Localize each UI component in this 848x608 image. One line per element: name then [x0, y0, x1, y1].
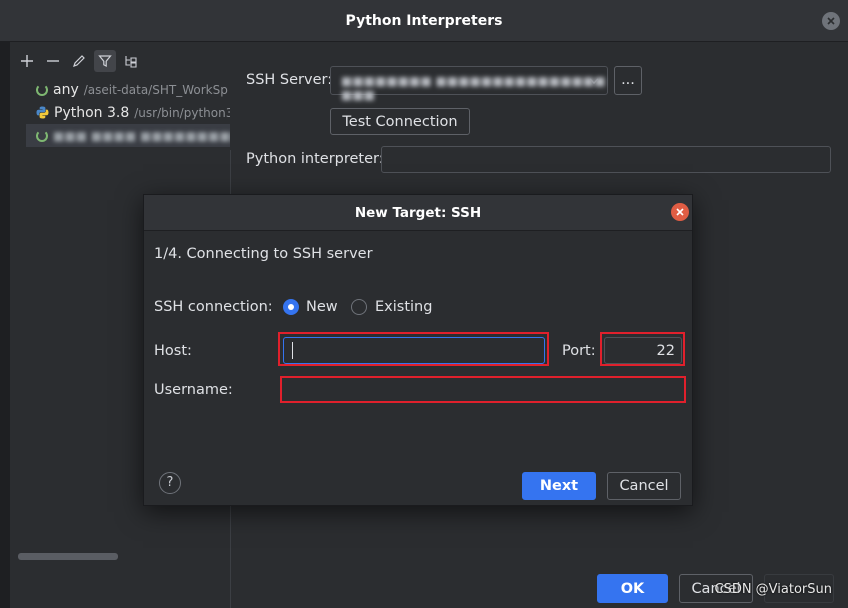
- new-target-ssh-dialog: New Target: SSH 1/4. Connecting to SSH s…: [143, 194, 693, 506]
- add-interpreter-button[interactable]: [16, 50, 38, 72]
- window-titlebar: Python Interpreters: [0, 0, 848, 42]
- close-icon: [827, 17, 835, 25]
- radio-new[interactable]: [283, 299, 299, 315]
- close-icon: [676, 208, 684, 216]
- radio-new-label[interactable]: New: [306, 299, 338, 315]
- radio-existing[interactable]: [351, 299, 367, 315]
- ok-button[interactable]: OK: [597, 574, 668, 603]
- loading-icon: [36, 129, 48, 142]
- remove-interpreter-button[interactable]: [42, 50, 64, 72]
- plus-icon: [21, 55, 33, 67]
- interpreter-item-remote[interactable]: ■■■ ■■■■ ■■■■■■■■■■■■■■■■: [26, 124, 230, 147]
- minus-icon: [47, 60, 59, 62]
- tree-icon: [125, 56, 137, 68]
- host-highlight-box: [278, 332, 549, 366]
- python-interpreter-field[interactable]: [381, 146, 831, 173]
- dialog-titlebar: New Target: SSH: [144, 195, 692, 231]
- dialog-close-button[interactable]: [671, 203, 689, 221]
- username-label: Username:: [154, 382, 233, 398]
- dialog-title: New Target: SSH: [354, 205, 482, 221]
- pencil-icon: [73, 55, 85, 67]
- interpreter-path: /usr/bin/python3: [134, 105, 230, 120]
- python-icon: [36, 106, 49, 119]
- list-scrollbar[interactable]: [18, 553, 118, 560]
- interpreter-list: any /aseit-data/SHT_WorkSp Python 3.8 /u…: [26, 78, 230, 147]
- edit-interpreter-button[interactable]: [68, 50, 90, 72]
- dialog-cancel-button[interactable]: Cancel: [607, 472, 681, 500]
- window-close-button[interactable]: [822, 12, 840, 30]
- browse-ssh-server-button[interactable]: ...: [614, 66, 642, 95]
- ssh-server-dropdown[interactable]: ■■■■■■■■ ■■■■■■■■■■■■■■■ ■■■: [330, 66, 608, 102]
- ssh-server-redacted-value: ■■■■■■■■ ■■■■■■■■■■■■■■■ ■■■: [341, 74, 606, 102]
- chevron-down-icon: [589, 78, 599, 84]
- interpreter-path: /aseit-data/SHT_WorkSp: [83, 82, 228, 97]
- step-heading: 1/4. Connecting to SSH server: [154, 246, 373, 262]
- interpreter-name: any: [53, 81, 79, 98]
- port-label: Port:: [562, 343, 596, 359]
- filter-icon: [98, 55, 112, 67]
- username-highlight-box: [280, 376, 686, 403]
- interpreter-item-any[interactable]: any /aseit-data/SHT_WorkSp: [26, 78, 230, 101]
- next-button[interactable]: Next: [522, 472, 596, 500]
- loading-icon: [36, 83, 48, 96]
- port-highlight-box: [600, 332, 685, 366]
- interpreter-item-python38[interactable]: Python 3.8 /usr/bin/python3: [26, 101, 230, 124]
- show-paths-button[interactable]: [120, 50, 142, 72]
- interpreter-redacted-text: ■■■ ■■■■ ■■■■■■■■■■■■■■■■: [53, 128, 230, 143]
- filter-button[interactable]: [94, 50, 116, 72]
- ssh-server-label: SSH Server:: [246, 72, 333, 88]
- radio-existing-label[interactable]: Existing: [375, 299, 432, 315]
- window-title: Python Interpreters: [345, 13, 503, 29]
- host-label: Host:: [154, 343, 192, 359]
- interpreter-name: Python 3.8: [54, 104, 130, 121]
- python-interpreter-label: Python interpreter:: [246, 151, 384, 167]
- interpreter-toolbar: [16, 50, 142, 72]
- ssh-connection-label: SSH connection:: [154, 299, 273, 315]
- left-edge-panel: [0, 42, 10, 608]
- test-connection-button[interactable]: Test Connection: [330, 108, 470, 135]
- help-button[interactable]: ?: [159, 472, 181, 494]
- watermark: CSDN @ViatorSun: [714, 582, 832, 597]
